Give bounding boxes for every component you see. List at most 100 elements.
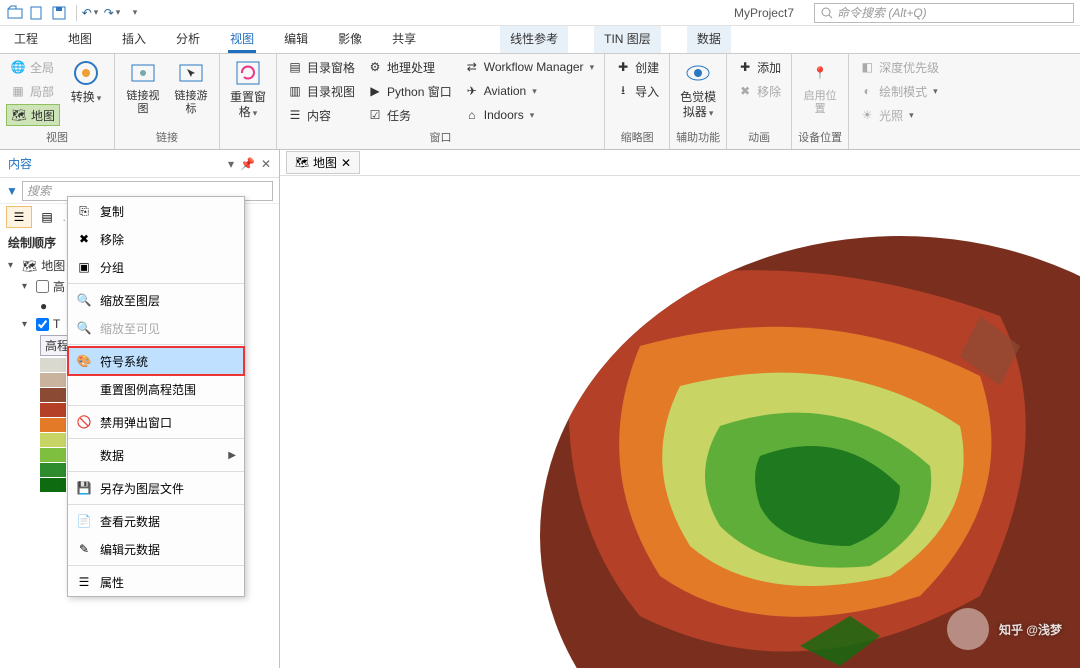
btn-geoprocessing[interactable]: ⚙地理处理 <box>363 56 456 78</box>
link-view-icon <box>128 58 158 88</box>
btn-reset-panes[interactable]: 重置窗格▾ <box>226 56 270 122</box>
btn-link-cursor[interactable]: 链接游标 <box>169 56 213 118</box>
pane-pin-icon[interactable]: 📌 <box>240 157 255 171</box>
edit-meta-icon: ✎ <box>76 541 92 557</box>
map-view[interactable]: 🗺 地图 ✕ 知乎 @浅梦 <box>280 150 1080 668</box>
ctx-remove[interactable]: ✖移除 <box>68 225 244 253</box>
new-icon[interactable] <box>28 4 46 22</box>
color-swatch[interactable] <box>40 358 66 372</box>
color-swatch[interactable] <box>40 448 66 462</box>
project-title: MyProject7 <box>734 6 794 20</box>
filter-icon[interactable]: ▼ <box>6 184 18 198</box>
btn-enable-loc[interactable]: 📍启用位置 <box>798 56 842 118</box>
group-dev-label: 设备位置 <box>798 127 842 147</box>
btn-catalog-pane[interactable]: ▤目录窗格 <box>283 56 359 78</box>
btn-local[interactable]: ▦局部 <box>6 80 60 102</box>
ctx-props[interactable]: ☰属性 <box>68 568 244 596</box>
btn-convert[interactable]: 转换▾ <box>64 56 108 107</box>
btn-anim-add[interactable]: ✚添加 <box>733 56 785 78</box>
pane-close-icon[interactable]: ✕ <box>261 157 271 171</box>
globe-icon: 🌐 <box>10 59 26 75</box>
tab-imagery[interactable]: 影像 <box>336 26 364 53</box>
ctx-view-meta[interactable]: 📄查看元数据 <box>68 507 244 535</box>
view-source[interactable]: ▤ <box>34 206 60 228</box>
quick-access-toolbar: ↶▾ ↷▾ ▾ MyProject7 命令搜索 (Alt+Q) <box>0 0 1080 26</box>
view-meta-icon: 📄 <box>76 513 92 529</box>
btn-thumb-import[interactable]: ⭳导入 <box>611 80 663 102</box>
ctx-copy[interactable]: ⎘复制 <box>68 197 244 225</box>
ctx-symbology[interactable]: 🎨符号系统 <box>68 347 244 375</box>
btn-python[interactable]: ▶Python 窗口 <box>363 80 456 102</box>
map-tab[interactable]: 🗺 地图 ✕ <box>286 151 360 174</box>
color-swatch[interactable] <box>40 388 66 402</box>
tab-project[interactable]: 工程 <box>12 26 40 53</box>
color-swatch[interactable] <box>40 478 66 492</box>
tab-close-icon[interactable]: ✕ <box>341 156 351 170</box>
btn-tasks[interactable]: ☑任务 <box>363 104 456 126</box>
zoom-layer-icon: 🔍 <box>76 292 92 308</box>
workflow-icon: ⇄ <box>464 59 480 75</box>
group-acc-label: 辅助功能 <box>676 127 720 147</box>
ctx-重置图例高程范围[interactable]: 重置图例高程范围 <box>68 375 244 403</box>
group-view-label: 视图 <box>6 127 108 147</box>
tab-share[interactable]: 共享 <box>390 26 418 53</box>
ctx-edit-meta[interactable]: ✎编辑元数据 <box>68 535 244 563</box>
open-icon[interactable] <box>6 4 24 22</box>
color-swatch[interactable] <box>40 418 66 432</box>
blank-icon <box>76 447 92 463</box>
color-swatch[interactable] <box>40 463 66 477</box>
pane-dropdown-icon[interactable]: ▾ <box>228 157 234 171</box>
redo-icon[interactable]: ↷▾ <box>103 4 121 22</box>
convert-icon <box>71 58 101 88</box>
tab-view[interactable]: 视图 <box>228 26 256 53</box>
ctx-save-lyr[interactable]: 💾另存为图层文件 <box>68 474 244 502</box>
save-icon[interactable] <box>50 4 68 22</box>
ctx-disable-popup[interactable]: 🚫禁用弹出窗口 <box>68 408 244 436</box>
ctx-group[interactable]: ▣分组 <box>68 253 244 281</box>
ctx-tab-data[interactable]: 数据 <box>687 26 731 53</box>
btn-workflow[interactable]: ⇄Workflow Manager▾ <box>460 56 598 78</box>
import-icon: ⭳ <box>615 83 631 99</box>
qat-more-icon[interactable]: ▾ <box>125 4 143 22</box>
color-swatch[interactable] <box>40 373 66 387</box>
disable-popup-icon: 🚫 <box>76 414 92 430</box>
group-link-label: 链接 <box>121 127 213 147</box>
undo-icon[interactable]: ↶▾ <box>81 4 99 22</box>
catalog-view-icon: ▥ <box>287 83 303 99</box>
group-anim-label: 动画 <box>733 127 785 147</box>
tab-edit[interactable]: 编辑 <box>282 26 310 53</box>
ctx-数据[interactable]: 数据▶ <box>68 441 244 469</box>
btn-catalog-view[interactable]: ▥目录视图 <box>283 80 359 102</box>
location-icon: 📍 <box>805 58 835 88</box>
tab-map[interactable]: 地图 <box>66 26 94 53</box>
ctx-tab-tin[interactable]: TIN 图层 <box>594 26 661 53</box>
indoors-icon: ⌂ <box>464 107 480 123</box>
tab-insert[interactable]: 插入 <box>120 26 148 53</box>
symbology-icon: 🎨 <box>76 353 92 369</box>
btn-illum[interactable]: ☀光照▾ <box>855 104 943 126</box>
btn-global[interactable]: 🌐全局 <box>6 56 60 78</box>
btn-color-sim[interactable]: 色觉模拟器▾ <box>676 56 720 122</box>
group-thumb-label: 缩略图 <box>611 127 663 147</box>
btn-indoors[interactable]: ⌂Indoors▾ <box>460 104 598 126</box>
save-lyr-icon: 💾 <box>76 480 92 496</box>
view-drawing-order[interactable]: ☰ <box>6 206 32 228</box>
ctx-zoom-layer[interactable]: 🔍缩放至图层 <box>68 286 244 314</box>
btn-contents[interactable]: ☰内容 <box>283 104 359 126</box>
color-swatch[interactable] <box>40 433 66 447</box>
btn-drawmode[interactable]: ◐绘制模式▾ <box>855 80 943 102</box>
ctx-tab-linear[interactable]: 线性参考 <box>500 26 568 53</box>
ribbon-body: 🌐全局 ▦局部 🗺地图 转换▾ 视图 链接视图 链接游标 链接 重置窗格▾ ▤目… <box>0 54 1080 150</box>
ctx-zoom-visible[interactable]: 🔍缩放至可见 <box>68 314 244 342</box>
tab-analysis[interactable]: 分析 <box>174 26 202 53</box>
create-icon: ✚ <box>615 59 631 75</box>
btn-aviation[interactable]: ✈Aviation▾ <box>460 80 598 102</box>
btn-anim-remove[interactable]: ✖移除 <box>733 80 785 102</box>
btn-link-view[interactable]: 链接视图 <box>121 56 165 118</box>
color-swatch[interactable] <box>40 403 66 417</box>
btn-map-view[interactable]: 🗺地图 <box>6 104 60 126</box>
remove-icon: ✖ <box>76 231 92 247</box>
command-search[interactable]: 命令搜索 (Alt+Q) <box>814 3 1074 23</box>
btn-thumb-create[interactable]: ✚创建 <box>611 56 663 78</box>
btn-depth[interactable]: ◧深度优先级 <box>855 56 943 78</box>
